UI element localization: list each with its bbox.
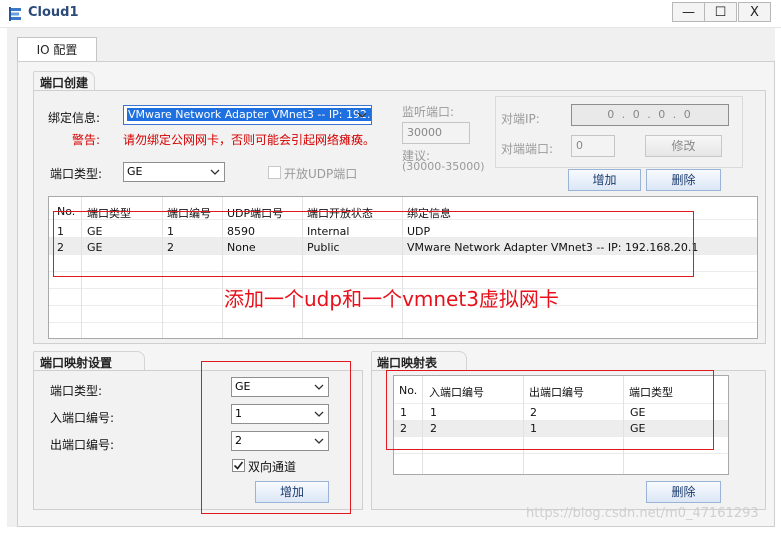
- grid-line: [49, 254, 757, 255]
- column-header[interactable]: No.: [399, 384, 417, 397]
- out-port-label: 出端口编号:: [50, 438, 115, 452]
- column-header[interactable]: 入端口编号: [429, 384, 484, 400]
- grid-line: [394, 403, 728, 404]
- chevron-down-icon: [314, 411, 324, 417]
- warning-text: 请勿绑定公网网卡，否则可能会引起网络瘫痪。: [123, 133, 376, 147]
- table-cell: 1: [57, 225, 64, 238]
- chevron-down-icon: [357, 112, 367, 118]
- cloud-app-icon: [9, 7, 21, 21]
- table-cell: 1: [430, 406, 437, 419]
- maximize-button[interactable]: ☐: [704, 2, 737, 22]
- column-header[interactable]: 出端口编号: [529, 384, 584, 400]
- port-table: No. 端口类型 端口编号 UDP端口号 端口开放状态 绑定信息 1 GE 1 …: [48, 196, 758, 339]
- table-cell: 2: [167, 241, 174, 254]
- grid-line: [523, 376, 524, 474]
- grid-line: [49, 237, 757, 238]
- grid-line: [394, 436, 728, 437]
- out-port-select[interactable]: 2: [231, 431, 329, 451]
- in-port-label: 入端口编号:: [50, 411, 115, 425]
- mapping-table: No. 入端口编号 出端口编号 端口类型 1 1 2 GE 2 2 1 GE: [393, 375, 729, 475]
- table-cell: 1: [167, 225, 174, 238]
- checkmark-icon: [233, 461, 244, 470]
- peer-ip-input[interactable]: 0 . 0 . 0 . 0: [571, 104, 729, 126]
- table-cell: 1: [530, 422, 537, 435]
- map-port-type-select[interactable]: GE: [231, 377, 329, 397]
- table-cell: 2: [57, 241, 64, 254]
- table-cell: 2: [400, 422, 407, 435]
- group-title-mapping-settings: 端口映射设置: [40, 356, 113, 370]
- group-title-mapping-table: 端口映射表: [377, 356, 438, 370]
- bind-info-label: 绑定信息:: [48, 111, 101, 125]
- listen-port-input[interactable]: 30000: [402, 122, 470, 144]
- annotation-text: 添加一个udp和一个vmnet3虚拟网卡: [224, 287, 559, 311]
- column-header[interactable]: 端口编号: [167, 205, 211, 221]
- table-row-highlight: [394, 420, 728, 436]
- title-bar: [0, 0, 781, 28]
- column-header[interactable]: 绑定信息: [407, 205, 451, 221]
- table-cell: Public: [307, 241, 340, 254]
- chevron-down-icon: [210, 169, 220, 175]
- grid-line: [162, 197, 163, 338]
- column-header[interactable]: 端口开放状态: [307, 205, 373, 221]
- grid-line: [49, 219, 757, 220]
- peer-port-input[interactable]: 0: [571, 135, 615, 157]
- close-button[interactable]: X: [738, 2, 771, 22]
- minimize-icon: —: [682, 4, 695, 20]
- table-cell: 2: [430, 422, 437, 435]
- grid-line: [81, 197, 82, 338]
- add-port-button[interactable]: 增加: [568, 169, 641, 191]
- add-mapping-button[interactable]: 增加: [255, 481, 329, 503]
- tab-io-config[interactable]: IO 配置: [17, 37, 97, 62]
- bidirectional-label: 双向通道: [248, 460, 297, 474]
- port-type-select[interactable]: GE: [123, 162, 225, 182]
- grid-line: [422, 376, 423, 474]
- grid-line: [394, 420, 728, 421]
- table-cell: VMware Network Adapter VMnet3 -- IP: 192…: [407, 241, 699, 254]
- table-cell: 8590: [227, 225, 255, 238]
- column-header[interactable]: No.: [57, 205, 75, 218]
- table-cell: GE: [630, 406, 646, 419]
- table-cell: GE: [87, 241, 103, 254]
- grid-line: [222, 197, 223, 338]
- listen-port-label: 监听端口:: [402, 105, 455, 119]
- udp-open-label: 开放UDP端口: [284, 167, 358, 181]
- bind-info-select[interactable]: VMware Network Adapter VMnet3 -- IP: 192…: [123, 105, 372, 125]
- grid-line: [394, 453, 728, 454]
- grid-line: [49, 322, 757, 323]
- in-port-select[interactable]: 1: [231, 404, 329, 424]
- column-header[interactable]: 端口类型: [629, 384, 673, 400]
- warning-label: 警告:: [72, 133, 101, 147]
- grid-line: [302, 197, 303, 338]
- suggest-range: (30000-35000): [402, 160, 485, 173]
- column-header[interactable]: 端口类型: [87, 205, 131, 221]
- table-cell: UDP: [407, 225, 431, 238]
- bidirectional-checkbox[interactable]: [232, 459, 245, 472]
- grid-line: [623, 376, 624, 474]
- maximize-icon: ☐: [714, 4, 727, 20]
- window-title: Cloud1: [28, 5, 79, 20]
- table-cell: 2: [530, 406, 537, 419]
- delete-mapping-button[interactable]: 删除: [646, 481, 721, 503]
- udp-open-checkbox[interactable]: [268, 166, 281, 179]
- modify-button[interactable]: 修改: [645, 135, 722, 157]
- peer-port-label: 对端端口:: [501, 142, 554, 156]
- chevron-down-icon: [314, 438, 324, 444]
- grid-line: [402, 197, 403, 338]
- minimize-button[interactable]: —: [672, 2, 705, 22]
- column-header[interactable]: UDP端口号: [227, 205, 283, 221]
- table-cell: 1: [400, 406, 407, 419]
- close-icon: X: [750, 4, 759, 20]
- grid-line: [49, 271, 757, 272]
- port-type-label: 端口类型:: [50, 167, 103, 181]
- group-title-port-create: 端口创建: [40, 76, 89, 90]
- table-cell: GE: [87, 225, 103, 238]
- table-cell: Internal: [307, 225, 350, 238]
- table-cell: GE: [630, 422, 646, 435]
- watermark: https://blog.csdn.net/m0_47161293: [526, 506, 759, 521]
- chevron-down-icon: [314, 384, 324, 390]
- table-cell: None: [227, 241, 256, 254]
- map-port-type-label: 端口类型:: [50, 384, 103, 398]
- delete-port-button[interactable]: 删除: [646, 169, 721, 191]
- peer-ip-label: 对端IP:: [501, 112, 540, 126]
